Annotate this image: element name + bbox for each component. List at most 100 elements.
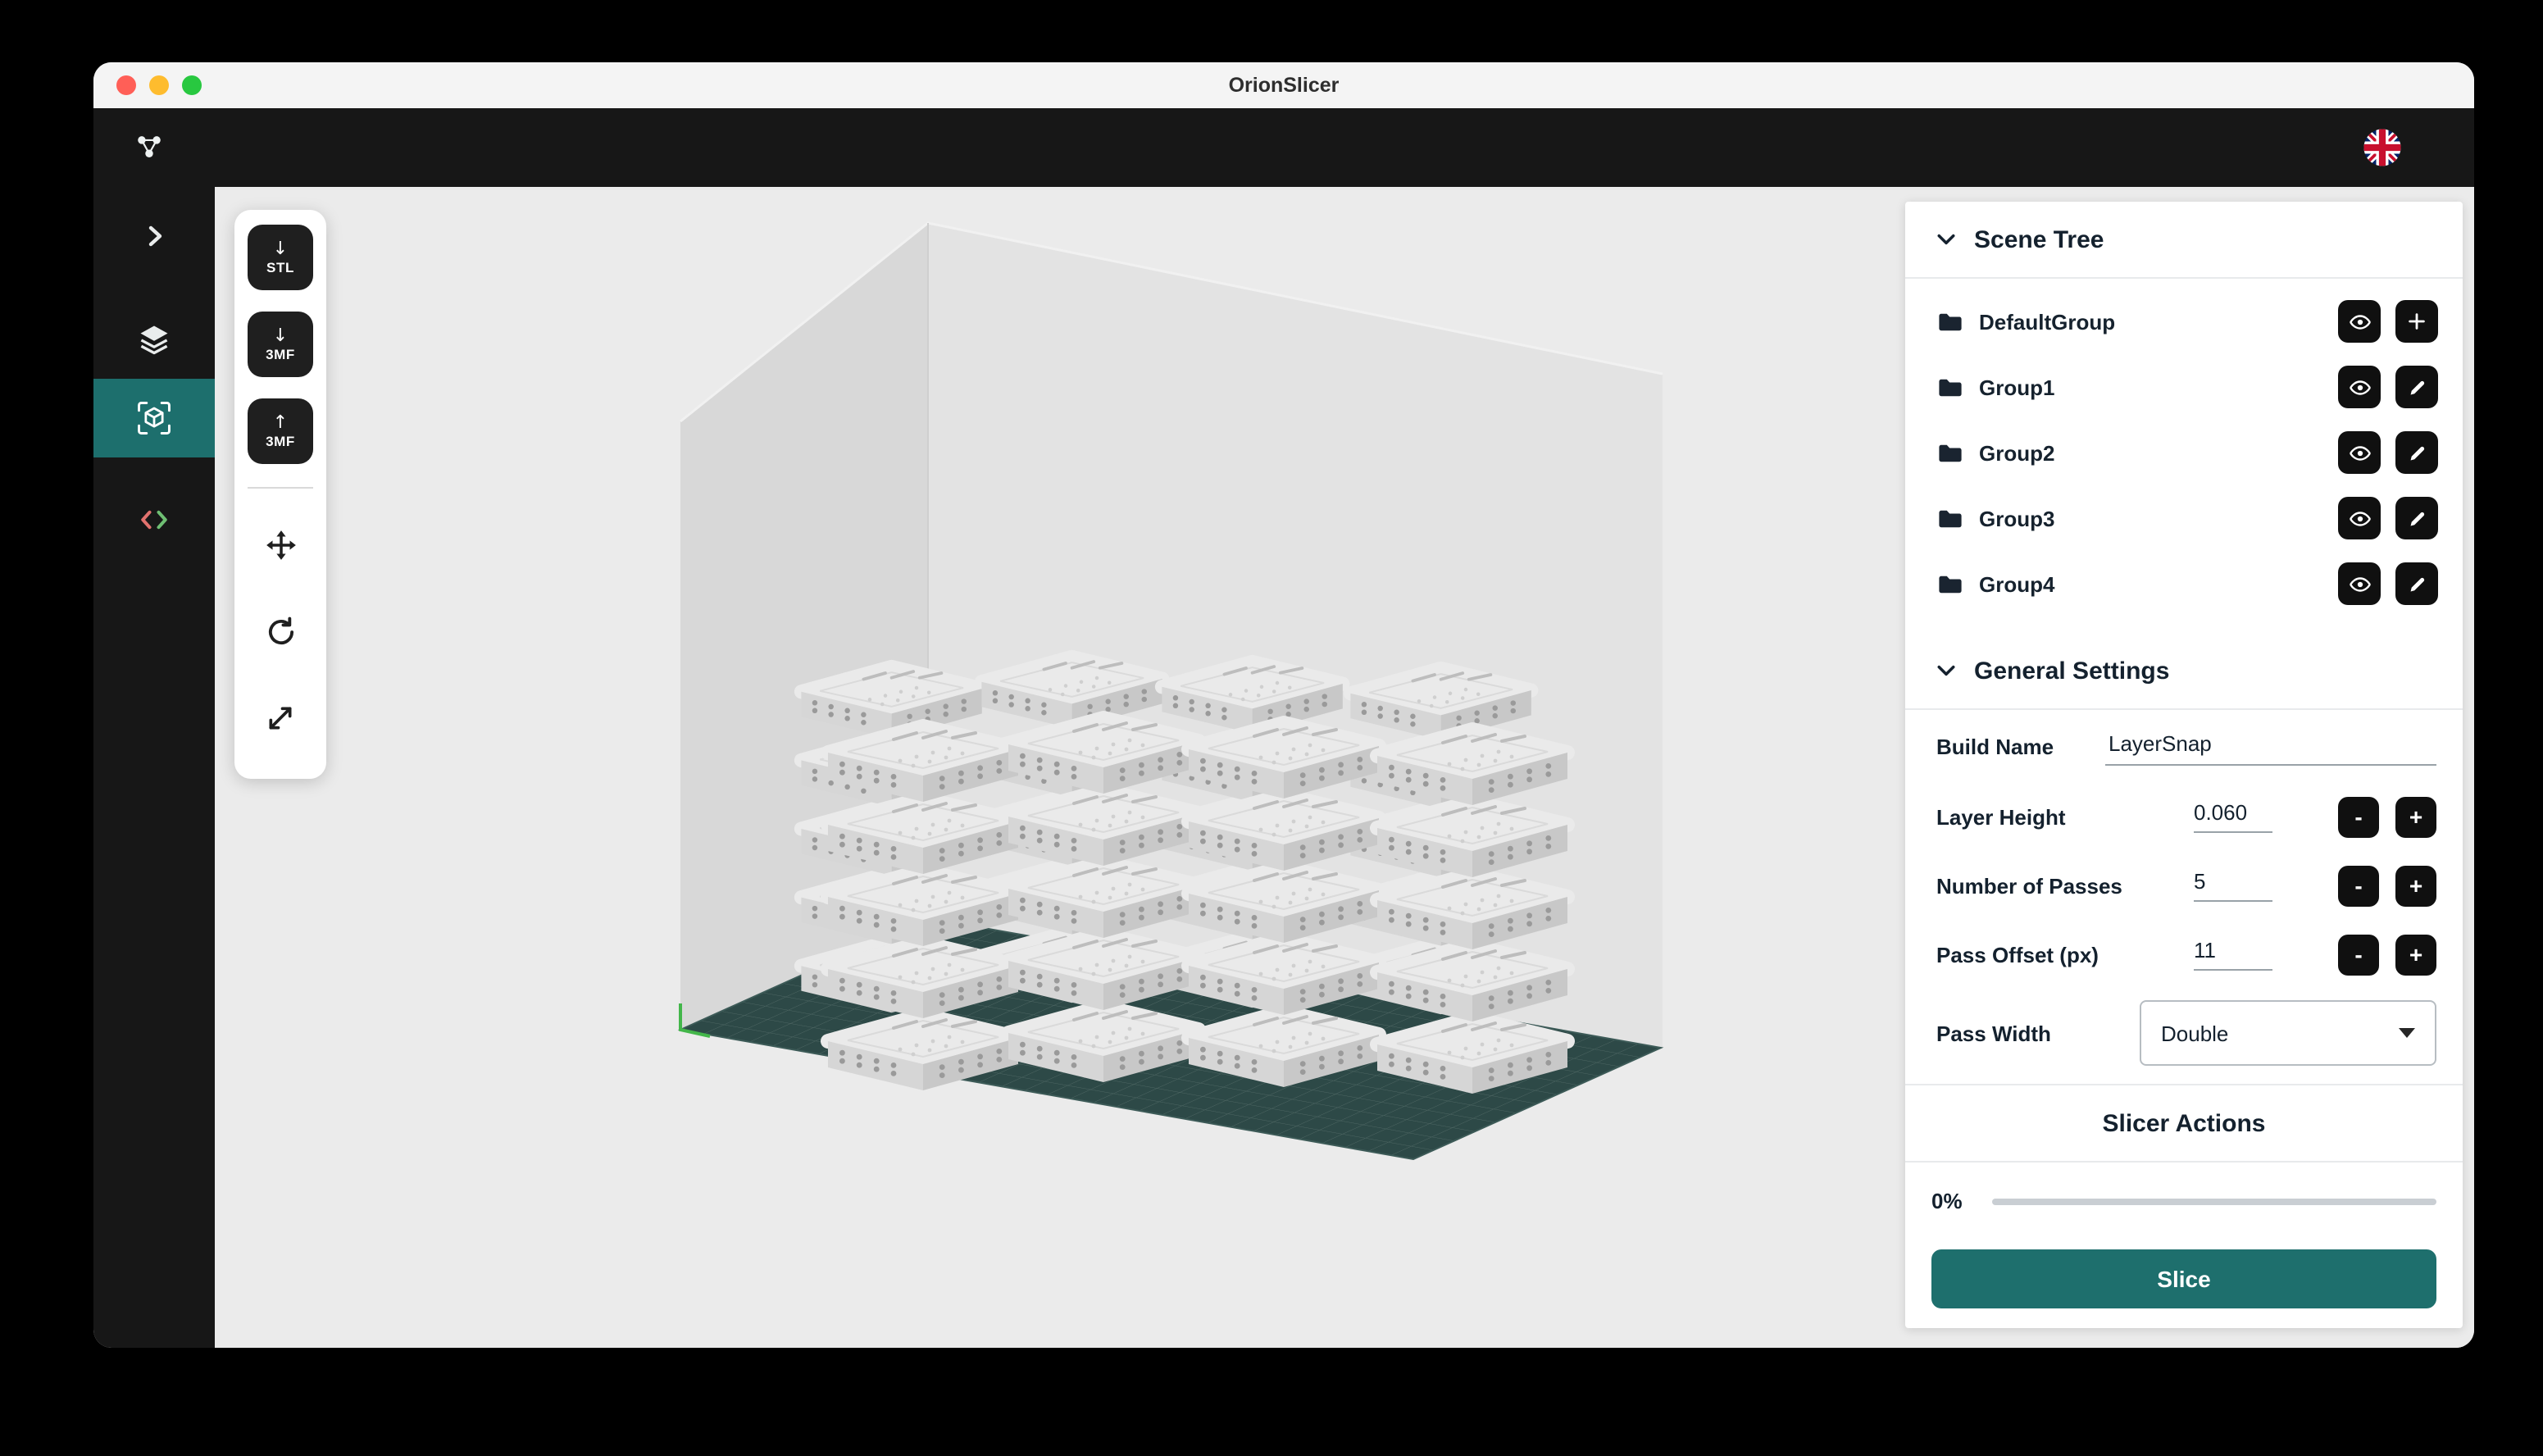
eye-icon <box>2347 571 2372 596</box>
edit-group-button[interactable] <box>2395 562 2438 605</box>
scale-tool-button[interactable] <box>248 685 313 751</box>
general-settings-header[interactable]: General Settings <box>1905 633 2463 710</box>
add-group-button[interactable] <box>2395 300 2438 343</box>
arrow-down-icon: ↓ <box>273 326 288 344</box>
move-icon <box>263 527 298 562</box>
pass-offset-row: Pass Offset (px) 11 - + <box>1905 920 2463 989</box>
sidebar-item-slicer[interactable] <box>93 379 215 457</box>
eye-icon <box>2347 309 2372 334</box>
layer-height-decrement-button[interactable]: - <box>2338 796 2379 837</box>
visibility-toggle-button[interactable] <box>2338 431 2381 474</box>
download-stl-button[interactable]: ↓ STL <box>248 225 313 290</box>
number-of-passes-label: Number of Passes <box>1936 873 2194 898</box>
upload-3mf-button[interactable]: ↑ 3MF <box>248 398 313 464</box>
viewer-toolbar: ↓ STL ↓ 3MF ↑ 3MF <box>234 210 326 779</box>
language-uk-flag-icon[interactable] <box>2363 128 2402 167</box>
pencil-icon <box>2406 376 2427 398</box>
app-logo-icon <box>133 131 166 164</box>
folder-icon <box>1936 439 1964 466</box>
visibility-toggle-button[interactable] <box>2338 366 2381 408</box>
arrow-down-icon: ↓ <box>273 239 288 257</box>
sidebar-collapse-toggle[interactable] <box>93 197 215 275</box>
toolbar-divider <box>248 487 313 489</box>
folder-icon <box>1936 373 1964 401</box>
pass-offset-increment-button[interactable]: + <box>2395 934 2436 975</box>
number-of-passes-value[interactable]: 5 <box>2194 869 2272 902</box>
folder-icon <box>1936 307 1964 335</box>
tree-row-group3[interactable]: Group3 <box>1905 485 2463 551</box>
pass-offset-label: Pass Offset (px) <box>1936 942 2194 967</box>
build-name-label: Build Name <box>1936 734 2105 758</box>
sidebar-item-code[interactable] <box>93 480 215 559</box>
folder-icon <box>1936 570 1964 598</box>
layers-icon <box>136 321 172 357</box>
download-3mf-button[interactable]: ↓ 3MF <box>248 312 313 377</box>
general-settings-title: General Settings <box>1974 657 2169 685</box>
sidebar <box>93 187 215 1348</box>
group-label: DefaultGroup <box>1979 309 2338 334</box>
model-stack[interactable] <box>828 726 1018 1090</box>
move-tool-button[interactable] <box>248 512 313 577</box>
cube-select-icon <box>134 398 174 438</box>
pass-width-value: Double <box>2161 1021 2399 1045</box>
scene-tree-list: DefaultGroup Group1 Group2 <box>1905 279 2463 617</box>
model-stack[interactable] <box>1189 723 1379 1087</box>
pass-width-label: Pass Width <box>1936 1021 2140 1045</box>
folder-icon <box>1936 504 1964 532</box>
eye-icon <box>2347 506 2372 530</box>
layer-height-label: Layer Height <box>1936 804 2194 829</box>
passes-increment-button[interactable]: + <box>2395 865 2436 906</box>
viewport-3d[interactable]: ↓ STL ↓ 3MF ↑ 3MF <box>215 187 2474 1348</box>
app-header <box>93 108 2474 187</box>
chevron-down-icon <box>1935 228 1958 251</box>
edit-group-button[interactable] <box>2395 431 2438 474</box>
scale-expand-icon <box>264 702 297 735</box>
tree-row-group1[interactable]: Group1 <box>1905 354 2463 420</box>
layer-height-row: Layer Height 0.060 - + <box>1905 782 2463 851</box>
passes-decrement-button[interactable]: - <box>2338 865 2379 906</box>
pass-offset-value[interactable]: 11 <box>2194 938 2272 971</box>
tree-row-group2[interactable]: Group2 <box>1905 420 2463 485</box>
pass-offset-decrement-button[interactable]: - <box>2338 934 2379 975</box>
chevron-right-icon <box>141 223 167 249</box>
visibility-toggle-button[interactable] <box>2338 300 2381 343</box>
pencil-icon <box>2406 507 2427 529</box>
settings-panel: Scene Tree DefaultGroup Group1 <box>1905 202 2463 1328</box>
eye-icon <box>2347 375 2372 399</box>
slicer-actions-title: Slicer Actions <box>1905 1085 2463 1163</box>
rotate-tool-button[interactable] <box>248 598 313 664</box>
screen: OrionSlicer <box>0 0 2543 1456</box>
app-window: OrionSlicer <box>93 62 2474 1348</box>
layer-height-value[interactable]: 0.060 <box>2194 800 2272 833</box>
slicer-actions-section: Slicer Actions 0% Slice <box>1905 1084 2463 1328</box>
plus-icon <box>2405 310 2428 333</box>
group-label: Group2 <box>1979 440 2338 465</box>
edit-group-button[interactable] <box>2395 497 2438 539</box>
tree-row-defaultgroup[interactable]: DefaultGroup <box>1905 289 2463 354</box>
visibility-toggle-button[interactable] <box>2338 497 2381 539</box>
pencil-icon <box>2406 573 2427 594</box>
pass-width-select[interactable]: Double <box>2140 1000 2436 1066</box>
visibility-toggle-button[interactable] <box>2338 562 2381 605</box>
slice-button[interactable]: Slice <box>1931 1249 2436 1308</box>
build-name-row: Build Name <box>1905 710 2463 782</box>
progress-percent-label: 0% <box>1931 1189 1963 1213</box>
eye-icon <box>2347 440 2372 465</box>
layer-height-increment-button[interactable]: + <box>2395 796 2436 837</box>
model-stack[interactable] <box>1008 718 1199 1082</box>
number-of-passes-row: Number of Passes 5 - + <box>1905 851 2463 920</box>
rotate-icon <box>263 614 298 648</box>
dropdown-caret-icon <box>2399 1028 2415 1038</box>
scene-tree-header[interactable]: Scene Tree <box>1905 202 2463 279</box>
model-stack[interactable] <box>1377 730 1567 1094</box>
pencil-icon <box>2406 442 2427 463</box>
scene-tree-title: Scene Tree <box>1974 225 2104 253</box>
sidebar-item-layers[interactable] <box>93 300 215 379</box>
code-icon <box>136 502 172 538</box>
progress-bar <box>1992 1198 2436 1204</box>
arrow-up-icon: ↑ <box>273 413 288 431</box>
edit-group-button[interactable] <box>2395 366 2438 408</box>
tree-row-group4[interactable]: Group4 <box>1905 551 2463 617</box>
group-label: Group3 <box>1979 506 2338 530</box>
build-name-input[interactable] <box>2105 727 2436 765</box>
